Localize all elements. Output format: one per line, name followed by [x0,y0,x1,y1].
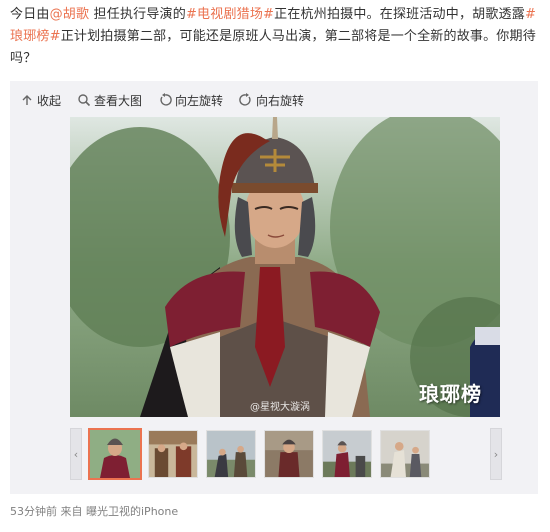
post-source-link[interactable]: 曝光卫视的iPhone [86,505,178,518]
thumbnail-image [90,430,140,478]
thumbnail-image [265,431,313,477]
chevron-left-icon: ‹ [73,447,79,461]
thumbnail-image [207,431,255,477]
prev-arrow-button[interactable]: ‹ [70,428,82,480]
post-time-link[interactable]: 53分钟前 [10,505,57,518]
post-text-part: 今日由 [10,7,50,22]
from-label: 来自 [57,505,86,518]
rotate-right-label: 向右旋转 [256,93,305,108]
rotate-right-icon [239,93,253,107]
rotate-left-icon [158,93,172,107]
thumbnail-image [149,431,197,477]
mention-link[interactable]: @胡歌 [50,7,90,22]
post-text-part: 担任执行导演的 [89,7,186,22]
thumbnail-image [381,431,429,477]
rotate-right-button[interactable]: 向右旋转 [239,92,304,109]
actor-in-armor-image [70,117,500,417]
media-viewer: 收起 查看大图 向左旋转 向右旋转 @星视大漩涡 琅琊榜 ‹ › [10,81,538,494]
hashtag-link[interactable]: #电视剧猎场# [186,7,274,22]
thumbnail-strip: ‹ › [70,428,502,480]
post-text-part: 正在杭州拍摄中。在探班活动中，胡歌透露 [274,7,525,22]
rotate-left-button[interactable]: 向左旋转 [158,92,223,109]
next-arrow-button[interactable]: › [490,428,502,480]
thumbnail-image [323,431,371,477]
thumbnail-item[interactable] [148,430,198,478]
post-meta: 53分钟前 来自 曝光卫视的iPhone [10,503,178,519]
collapse-arrow-icon [20,93,34,107]
thumbnail-item[interactable] [264,430,314,478]
magnifier-icon [77,93,91,107]
watermark-source: @星视大漩涡 [250,402,310,413]
watermark-logo: 琅琊榜 [419,382,482,406]
collapse-label: 收起 [37,93,62,108]
thumbnail-item[interactable] [206,430,256,478]
media-toolbar: 收起 查看大图 向左旋转 向右旋转 [20,90,320,110]
view-large-label: 查看大图 [94,93,143,108]
post-text: 今日由@胡歌 担任执行导演的#电视剧猎场#正在杭州拍摄中。在探班活动中，胡歌透露… [10,4,542,70]
thumbnail-item[interactable] [322,430,372,478]
thumbnail-item[interactable] [380,430,430,478]
thumbnail-item[interactable] [88,428,142,480]
view-large-button[interactable]: 查看大图 [77,92,142,109]
rotate-left-label: 向左旋转 [175,93,224,108]
collapse-button[interactable]: 收起 [20,92,61,109]
main-photo[interactable]: @星视大漩涡 琅琊榜 [70,117,500,417]
post-text-part: 正计划拍摄第二部，可能还是原班人马出演，第二部将是一个全新的故事。你期待吗？ [10,29,536,66]
chevron-right-icon: › [493,447,499,461]
